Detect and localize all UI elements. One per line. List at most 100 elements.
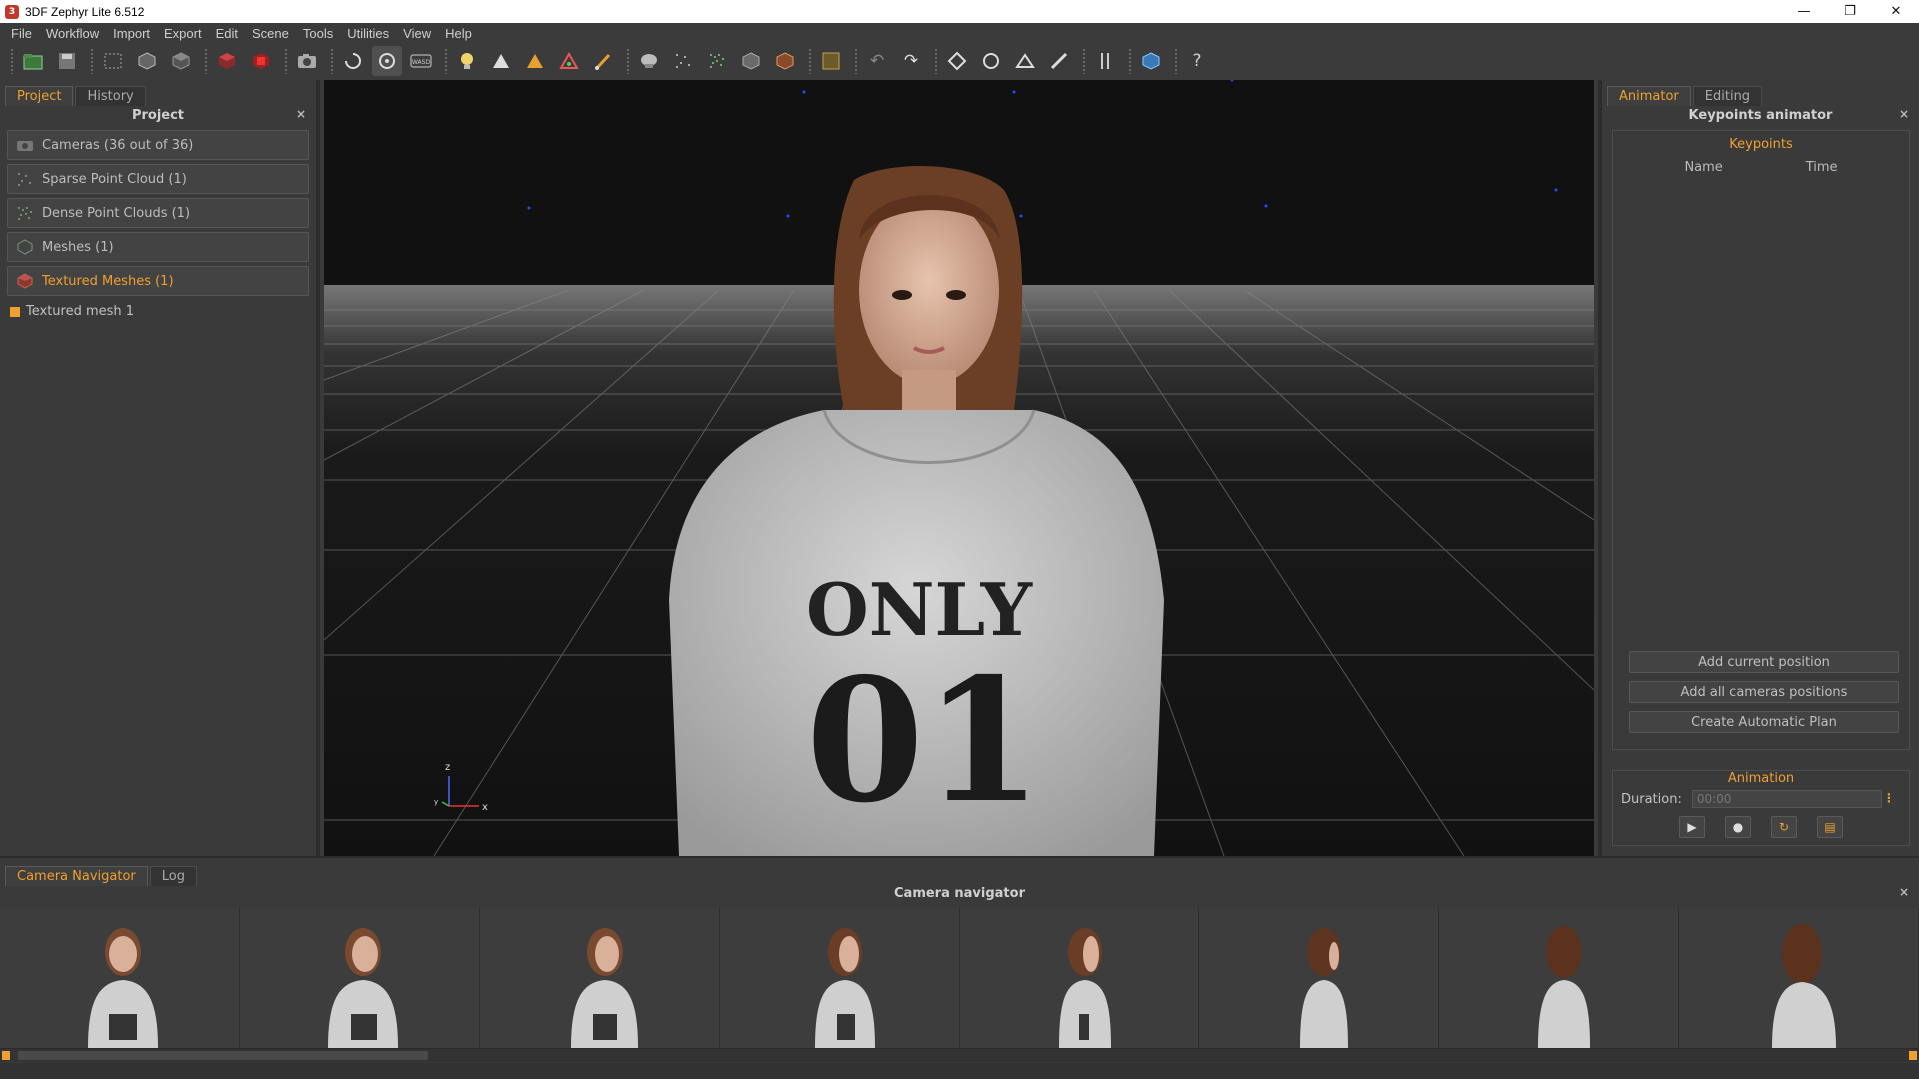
dense-point-clouds-group[interactable]: Dense Point Clouds (1) bbox=[7, 198, 309, 228]
ruler-icon[interactable] bbox=[1044, 46, 1074, 76]
sparse-icon bbox=[16, 171, 34, 187]
tab-project[interactable]: Project bbox=[5, 86, 74, 106]
duration-more-button[interactable]: ⋮ bbox=[1883, 791, 1895, 805]
scene-canvas[interactable]: ONLY 01 z x y bbox=[324, 80, 1594, 856]
create-automatic-plan-button[interactable]: Create Automatic Plan bbox=[1629, 711, 1899, 733]
color-triangle-icon[interactable] bbox=[554, 46, 584, 76]
export-video-button[interactable]: ▤ bbox=[1817, 816, 1843, 838]
cameras-label: Cameras (36 out of 36) bbox=[42, 137, 194, 153]
3d-viewport[interactable]: ONLY 01 z x y bbox=[324, 80, 1594, 856]
camera-navigator-panel: Camera Navigator Log Camera navigator × bbox=[0, 856, 1919, 1079]
menu-view[interactable]: View bbox=[396, 26, 438, 41]
sparse-point-cloud-group[interactable]: Sparse Point Cloud (1) bbox=[7, 164, 309, 194]
add-all-cameras-positions-button[interactable]: Add all cameras positions bbox=[1629, 681, 1899, 703]
scrollbar-handle[interactable] bbox=[18, 1051, 428, 1060]
redo-icon[interactable]: ↷ bbox=[896, 46, 926, 76]
mesh-icon[interactable] bbox=[166, 46, 196, 76]
close-panel-button[interactable]: × bbox=[1899, 885, 1909, 899]
undo-icon[interactable]: ↶ bbox=[862, 46, 892, 76]
camera-thumbnail[interactable] bbox=[239, 908, 480, 1048]
tab-animator[interactable]: Animator bbox=[1607, 86, 1691, 106]
menu-utilities[interactable]: Utilities bbox=[340, 26, 396, 41]
meshes-group[interactable]: Meshes (1) bbox=[7, 232, 309, 262]
record-button[interactable]: ● bbox=[1725, 816, 1751, 838]
animator-header: Keypoints animator × bbox=[1602, 104, 1919, 126]
dense-icon[interactable] bbox=[702, 46, 732, 76]
textured-meshes-group[interactable]: Textured Meshes (1) bbox=[7, 266, 309, 296]
restore-button[interactable]: ❐ bbox=[1827, 0, 1873, 23]
column-time[interactable]: Time bbox=[1806, 160, 1838, 175]
select-icon[interactable] bbox=[816, 46, 846, 76]
menu-workflow[interactable]: Workflow bbox=[39, 26, 106, 41]
duration-field[interactable]: 00:00 ⋮ bbox=[1691, 790, 1895, 808]
play-button[interactable]: ▶ bbox=[1679, 816, 1705, 838]
toolbar-separator bbox=[1082, 48, 1086, 74]
orange-triangle-icon[interactable] bbox=[520, 46, 550, 76]
close-panel-button[interactable]: × bbox=[296, 107, 306, 121]
menu-export[interactable]: Export bbox=[157, 26, 209, 41]
camera-thumbnail[interactable] bbox=[719, 908, 960, 1048]
camera-thumbnail[interactable] bbox=[1199, 908, 1440, 1048]
window-controls: — ❐ ✕ bbox=[1781, 0, 1919, 23]
tab-editing[interactable]: Editing bbox=[1692, 86, 1763, 106]
camera-thumbnail[interactable] bbox=[1679, 908, 1919, 1048]
help-icon[interactable]: ? bbox=[1182, 46, 1212, 76]
column-name[interactable]: Name bbox=[1684, 160, 1722, 175]
textured-mesh-icon[interactable] bbox=[212, 46, 242, 76]
thumbnail-scrollbar[interactable] bbox=[0, 1048, 1919, 1062]
loop-button[interactable]: ↻ bbox=[1771, 816, 1797, 838]
menu-help[interactable]: Help bbox=[438, 26, 479, 41]
scroll-right-arrow[interactable] bbox=[1909, 1051, 1917, 1060]
mesh-icon bbox=[16, 239, 34, 255]
light-icon[interactable] bbox=[452, 46, 482, 76]
tree-item-label: Textured mesh 1 bbox=[26, 304, 135, 319]
status-bar bbox=[0, 1063, 1919, 1079]
menu-scene[interactable]: Scene bbox=[245, 26, 296, 41]
texture-cube-icon[interactable] bbox=[770, 46, 800, 76]
texture-icon[interactable] bbox=[246, 46, 276, 76]
orbit-icon[interactable] bbox=[372, 46, 402, 76]
brush-icon[interactable] bbox=[588, 46, 618, 76]
add-current-position-button[interactable]: Add current position bbox=[1629, 651, 1899, 673]
camera-icon bbox=[16, 137, 34, 153]
scroll-left-arrow[interactable] bbox=[2, 1051, 10, 1060]
menu-edit[interactable]: Edit bbox=[209, 26, 245, 41]
circle-icon[interactable] bbox=[976, 46, 1006, 76]
camera-thumbnail[interactable] bbox=[959, 908, 1200, 1048]
bounding-box-icon[interactable] bbox=[132, 46, 162, 76]
menu-import[interactable]: Import bbox=[106, 26, 157, 41]
app-logo-icon: 3 bbox=[5, 4, 19, 19]
cube-3d-icon[interactable] bbox=[1136, 46, 1166, 76]
region-select-icon[interactable] bbox=[98, 46, 128, 76]
tree-item-textured-mesh-1[interactable]: Textured mesh 1 bbox=[10, 304, 316, 319]
sparse-icon[interactable] bbox=[668, 46, 698, 76]
keypoints-title: Keypoints bbox=[1729, 137, 1793, 152]
plane-icon[interactable] bbox=[1010, 46, 1040, 76]
menu-tools[interactable]: Tools bbox=[296, 26, 340, 41]
tools-icon[interactable] bbox=[1090, 46, 1120, 76]
gizmo-icon[interactable] bbox=[942, 46, 972, 76]
tab-history[interactable]: History bbox=[75, 86, 146, 106]
shirt-text-number: 01 bbox=[806, 641, 1043, 841]
menu-bar: File Workflow Import Export Edit Scene T… bbox=[0, 23, 1919, 43]
mask-icon[interactable] bbox=[634, 46, 664, 76]
close-window-button[interactable]: ✕ bbox=[1873, 0, 1919, 23]
minimize-button[interactable]: — bbox=[1781, 0, 1827, 23]
rotate-icon[interactable] bbox=[338, 46, 368, 76]
camera-icon[interactable] bbox=[292, 46, 322, 76]
wasd-icon[interactable]: WASD bbox=[406, 46, 436, 76]
camera-thumbnail[interactable] bbox=[479, 908, 720, 1048]
camera-thumbnail[interactable] bbox=[0, 908, 240, 1048]
new-project-icon[interactable] bbox=[18, 46, 48, 76]
save-project-icon[interactable] bbox=[52, 46, 82, 76]
cube-icon[interactable] bbox=[736, 46, 766, 76]
triangle-icon[interactable] bbox=[486, 46, 516, 76]
toolbar-separator bbox=[204, 48, 208, 74]
animation-title: Animation bbox=[1727, 771, 1795, 786]
close-panel-button[interactable]: × bbox=[1899, 107, 1909, 121]
menu-file[interactable]: File bbox=[4, 26, 39, 41]
cameras-group[interactable]: Cameras (36 out of 36) bbox=[7, 130, 309, 160]
duration-row: Duration: 00:00 ⋮ bbox=[1613, 790, 1909, 808]
toolbar-grip[interactable] bbox=[10, 48, 14, 74]
camera-thumbnail[interactable] bbox=[1439, 908, 1680, 1048]
